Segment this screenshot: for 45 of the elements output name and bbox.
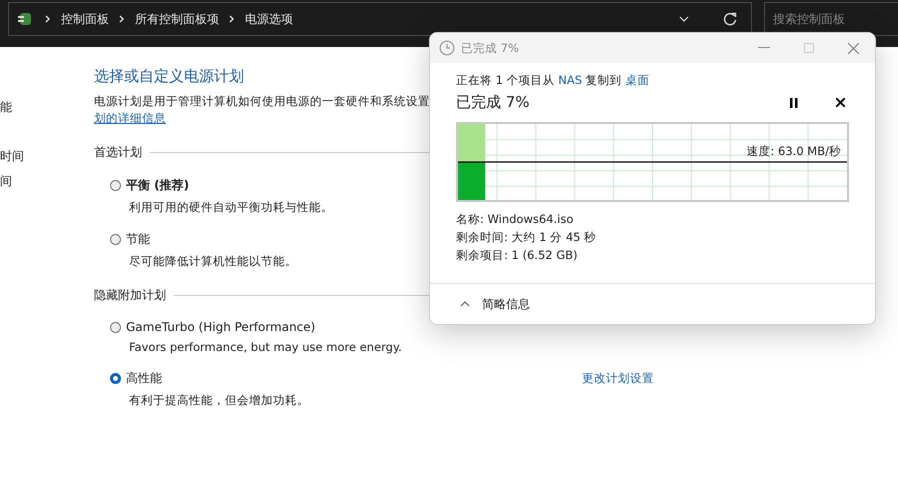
speed-label: 速度: 63.0 MB/秒 — [746, 144, 841, 159]
plan-name: 平衡 (推荐) — [126, 177, 190, 194]
progress-title: 已完成 7% — [456, 93, 530, 112]
refresh-icon[interactable] — [723, 12, 737, 26]
copy-description: 正在将 1 个项目从 NAS 复制到 桌面 — [456, 73, 650, 88]
page-title: 选择或自定义电源计划 — [94, 67, 244, 86]
chevron-icon — [119, 15, 125, 23]
sidebar-link[interactable]: 时间 — [0, 148, 24, 165]
chevron-icon — [45, 15, 51, 23]
group-heading: 首选计划 — [94, 144, 142, 161]
description-text: 电源计划是用于管理计算机如何使用电源的一套硬件和系统设置 — [94, 94, 430, 109]
breadcrumb[interactable]: 电源选项 — [245, 10, 293, 28]
search-field[interactable]: 搜索控制面板 — [764, 2, 898, 36]
plan-name: 高性能 — [126, 370, 162, 387]
plan-name: GameTurbo (High Performance) — [126, 320, 316, 334]
plan-description: 有利于提高性能，但会增加功耗。 — [128, 393, 309, 408]
detail-text: 剩余时间: 大约 1 分 45 秒 — [456, 230, 598, 245]
details-link[interactable]: 划的详细信息 — [94, 111, 166, 126]
chevron-icon — [229, 15, 235, 23]
radio-button[interactable] — [110, 322, 121, 332]
fewer-details-button[interactable]: 简略信息 — [456, 294, 534, 314]
plan-description: Favors performance, but may use more energy. — [128, 340, 402, 354]
destination-link[interactable]: 桌面 — [625, 73, 650, 87]
group-heading: 隐藏附加计划 — [94, 287, 166, 304]
breadcrumb[interactable]: 所有控制面板项 — [135, 10, 219, 28]
detail-text: 名称: Windows64.iso — [456, 212, 574, 227]
plan-name: 节能 — [126, 231, 150, 248]
pause-icon[interactable] — [790, 98, 798, 108]
radio-button[interactable] — [110, 373, 121, 384]
chevron-up-icon — [460, 301, 470, 307]
source-link[interactable]: NAS — [558, 73, 582, 87]
plan-description: 尽可能降低计算机性能以节能。 — [128, 254, 297, 269]
clock-icon — [439, 40, 455, 56]
sidebar-link[interactable]: 能 — [0, 99, 12, 116]
plan-description: 利用可用的硬件自动平衡功耗与性能。 — [128, 200, 333, 215]
detail-text: 剩余项目: 1 (6.52 GB) — [456, 248, 579, 263]
change-settings-link[interactable]: 更改计划设置 — [582, 371, 654, 386]
close-icon[interactable] — [836, 98, 845, 107]
sidebar-link[interactable]: 间 — [0, 173, 12, 190]
dropdown-icon[interactable] — [679, 16, 689, 22]
minimize-icon[interactable] — [758, 47, 770, 49]
breadcrumb[interactable]: 控制面板 — [61, 10, 109, 28]
window-title: 已完成 7% — [461, 40, 519, 56]
radio-button[interactable] — [110, 234, 121, 245]
radio-button[interactable] — [110, 180, 121, 191]
